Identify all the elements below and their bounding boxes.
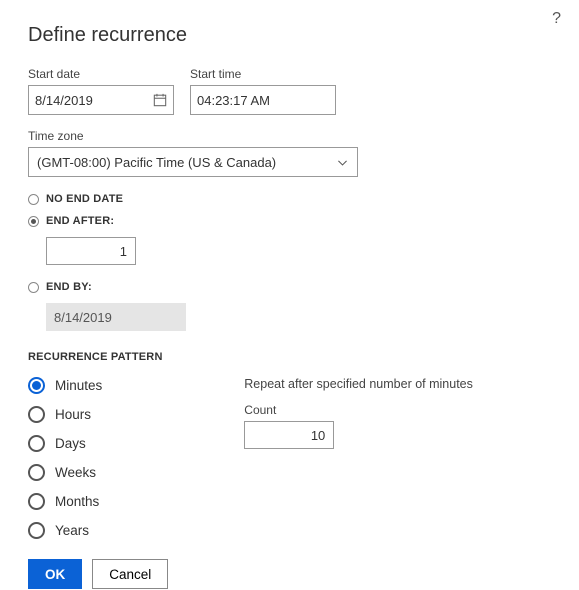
end-after-radio[interactable]: END AFTER:: [28, 215, 551, 227]
timezone-label: Time zone: [28, 129, 551, 143]
pattern-radio-group: Minutes Hours Days Weeks Months Years: [28, 377, 102, 539]
radio-circle: [28, 377, 45, 394]
pattern-weeks-label: Weeks: [55, 465, 96, 480]
end-by-radio[interactable]: END BY:: [28, 281, 551, 293]
radio-circle: [28, 406, 45, 423]
calendar-icon[interactable]: [153, 93, 167, 107]
pattern-hours-label: Hours: [55, 407, 91, 422]
ok-button[interactable]: OK: [28, 559, 82, 589]
end-after-count-input[interactable]: 1: [46, 237, 136, 265]
start-date-label: Start date: [28, 67, 174, 81]
pattern-days-radio[interactable]: Days: [28, 435, 102, 452]
pattern-years-radio[interactable]: Years: [28, 522, 102, 539]
end-by-date-input: 8/14/2019: [46, 303, 186, 331]
pattern-minutes-label: Minutes: [55, 378, 102, 393]
pattern-years-label: Years: [55, 523, 89, 538]
pattern-detail: Repeat after specified number of minutes…: [134, 377, 551, 539]
pattern-days-label: Days: [55, 436, 86, 451]
radio-dot: [28, 216, 39, 227]
end-after-label: END AFTER:: [46, 215, 114, 227]
count-label: Count: [244, 403, 551, 417]
chevron-down-icon: [336, 156, 349, 169]
no-end-date-radio[interactable]: NO END DATE: [28, 193, 551, 205]
radio-circle: [28, 435, 45, 452]
start-date-value: 8/14/2019: [35, 93, 93, 108]
recurrence-heading: RECURRENCE PATTERN: [28, 351, 551, 363]
no-end-date-label: NO END DATE: [46, 193, 123, 205]
radio-circle: [28, 493, 45, 510]
radio-circle: [28, 522, 45, 539]
start-date-input[interactable]: 8/14/2019: [28, 85, 174, 115]
count-value: 10: [311, 428, 325, 443]
end-by-date-value: 8/14/2019: [54, 310, 112, 325]
start-time-label: Start time: [190, 67, 336, 81]
count-field: Count 10: [244, 403, 551, 449]
cancel-button[interactable]: Cancel: [92, 559, 168, 589]
help-icon[interactable]: ?: [552, 10, 561, 28]
radio-dot: [28, 194, 39, 205]
timezone-select[interactable]: (GMT-08:00) Pacific Time (US & Canada): [28, 147, 358, 177]
pattern-months-radio[interactable]: Months: [28, 493, 102, 510]
pattern-minutes-radio[interactable]: Minutes: [28, 377, 102, 394]
start-time-field: Start time 04:23:17 AM: [190, 67, 336, 115]
end-by-label: END BY:: [46, 281, 92, 293]
start-date-field: Start date 8/14/2019: [28, 67, 174, 115]
timezone-value: (GMT-08:00) Pacific Time (US & Canada): [37, 155, 276, 170]
count-input[interactable]: 10: [244, 421, 334, 449]
pattern-hours-radio[interactable]: Hours: [28, 406, 102, 423]
pattern-weeks-radio[interactable]: Weeks: [28, 464, 102, 481]
radio-circle: [28, 464, 45, 481]
dialog-title: Define recurrence: [28, 24, 551, 47]
timezone-field: Time zone (GMT-08:00) Pacific Time (US &…: [28, 129, 551, 177]
pattern-description: Repeat after specified number of minutes: [244, 377, 551, 391]
start-time-input[interactable]: 04:23:17 AM: [190, 85, 336, 115]
radio-dot: [28, 282, 39, 293]
pattern-months-label: Months: [55, 494, 99, 509]
start-time-value: 04:23:17 AM: [197, 93, 270, 108]
end-after-count-value: 1: [120, 244, 127, 259]
